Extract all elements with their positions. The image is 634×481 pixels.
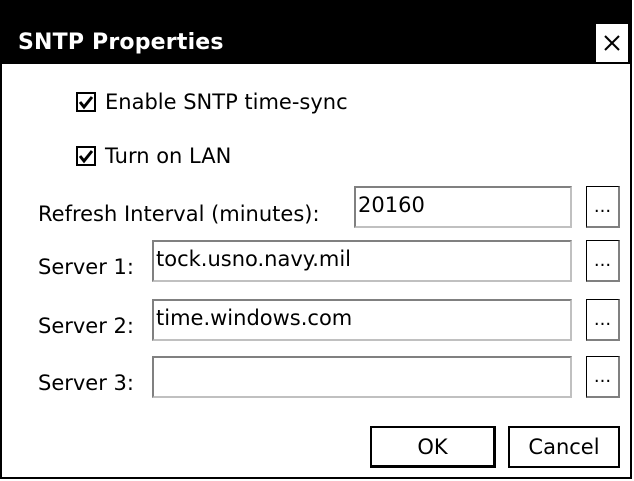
- server2-label: Server 2:: [38, 314, 134, 338]
- title-bar: SNTP Properties: [2, 2, 630, 64]
- enable-sntp-checkbox[interactable]: [76, 92, 96, 112]
- ok-button[interactable]: OK: [370, 426, 496, 468]
- enable-sntp-label: Enable SNTP time-sync: [105, 90, 348, 114]
- turn-on-lan-row[interactable]: Turn on LAN: [76, 144, 231, 168]
- refresh-interval-label: Refresh Interval (minutes):: [38, 202, 320, 226]
- cancel-button[interactable]: Cancel: [508, 426, 620, 468]
- refresh-interval-input[interactable]: 20160: [354, 186, 572, 228]
- server3-input[interactable]: [152, 356, 572, 398]
- turn-on-lan-label: Turn on LAN: [105, 144, 232, 168]
- enable-sntp-row[interactable]: Enable SNTP time-sync: [76, 90, 348, 114]
- turn-on-lan-checkbox[interactable]: [76, 146, 96, 166]
- sntp-properties-dialog: SNTP Properties Enable SNTP time-sync Tu…: [0, 0, 632, 479]
- server3-label: Server 3:: [38, 371, 134, 395]
- dialog-title: SNTP Properties: [18, 30, 224, 55]
- server3-browse-button[interactable]: ...: [586, 356, 620, 398]
- checkmark-icon: [78, 150, 94, 164]
- checkmark-icon: [78, 96, 94, 110]
- server1-browse-button[interactable]: ...: [586, 240, 620, 282]
- close-button[interactable]: [594, 22, 630, 64]
- server1-input[interactable]: tock.usno.navy.mil: [152, 240, 572, 282]
- server2-browse-button[interactable]: ...: [586, 299, 620, 341]
- server1-label: Server 1:: [38, 255, 134, 279]
- refresh-interval-browse-button[interactable]: ...: [586, 186, 620, 228]
- close-x-icon: [604, 35, 620, 51]
- server2-input[interactable]: time.windows.com: [152, 299, 572, 341]
